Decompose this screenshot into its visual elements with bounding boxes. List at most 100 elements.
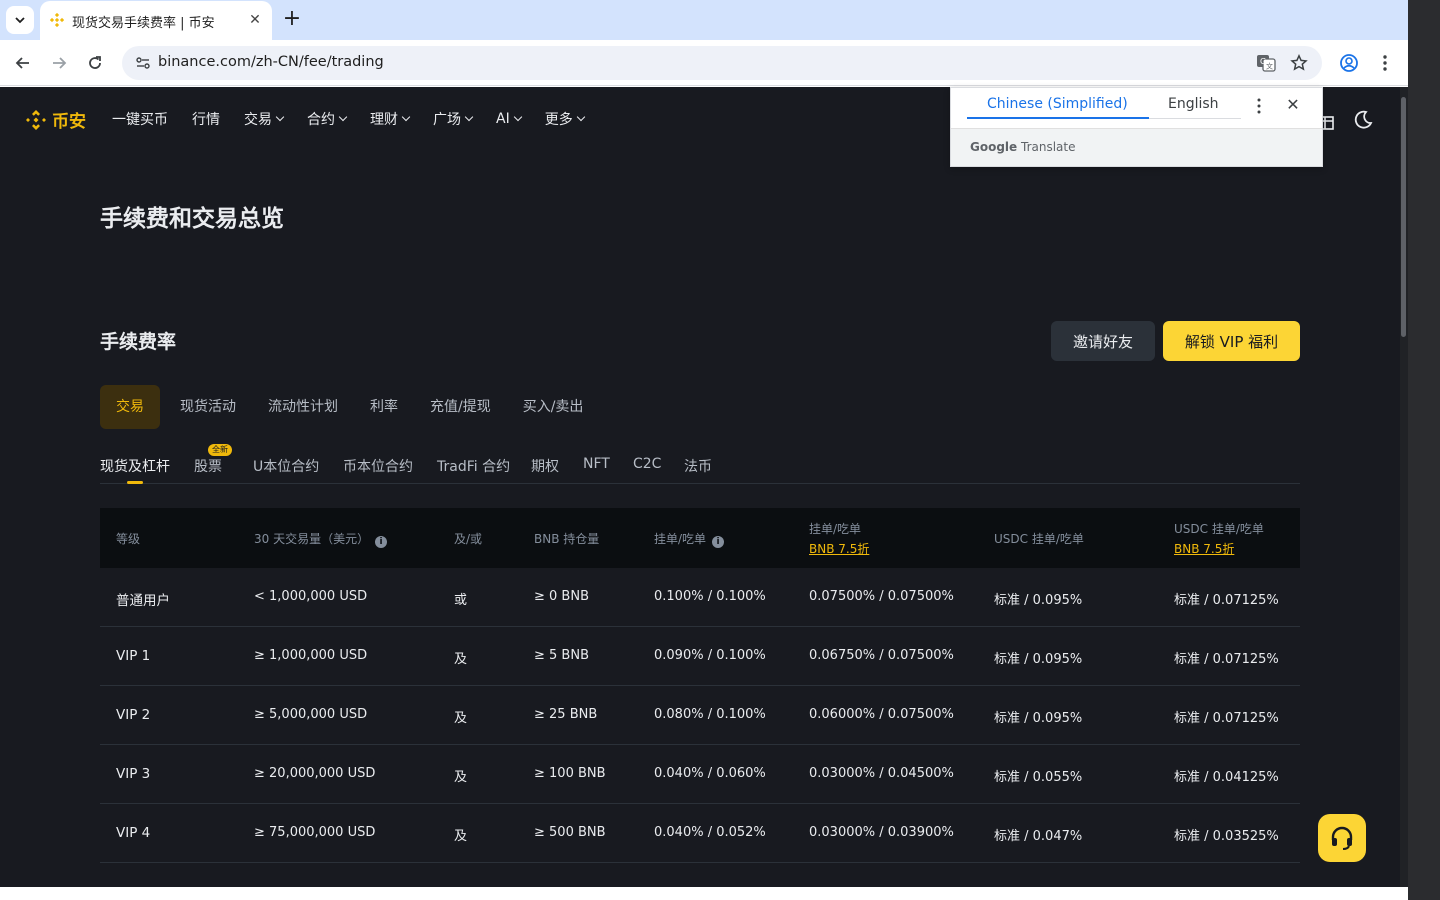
cell-mt: 0.040% / 0.060% <box>654 766 766 781</box>
customer-support-button[interactable] <box>1318 814 1366 862</box>
cell-bnb: ≥ 100 BNB <box>534 766 606 781</box>
header-usdc-bnb-label: USDC 挂单/吃单 <box>1174 522 1264 536</box>
nav-item-label: 一键买币 <box>112 112 168 128</box>
nav-item-3[interactable]: 合约 <box>307 109 348 129</box>
address-bar[interactable]: binance.com/zh-CN/fee/trading G文 <box>122 46 1322 80</box>
reload-button[interactable] <box>82 50 108 76</box>
cell-mt: 0.040% / 0.052% <box>654 825 766 840</box>
nav-item-4[interactable]: 理财 <box>370 109 411 129</box>
translate-active-tab-indicator <box>967 117 1149 119</box>
tab-title: 现货交易手续费率 | 币安 <box>72 16 215 31</box>
sub-tab-options[interactable]: 期权 <box>531 456 559 476</box>
invite-friends-button[interactable]: 邀请好友 <box>1051 321 1155 361</box>
cell-level: 普通用户 <box>116 593 170 609</box>
window-bottom-edge <box>0 887 1408 900</box>
browser-toolbar: binance.com/zh-CN/fee/trading G文 <box>0 40 1408 86</box>
header-maker-taker: 挂单/吃单 i <box>654 530 725 548</box>
nav-item-5[interactable]: 广场 <box>433 109 474 129</box>
scrollbar-thumb[interactable] <box>1401 97 1406 337</box>
header-maker-taker-bnb: 挂单/吃单 BNB 7.5折 <box>809 520 869 557</box>
nav-item-2[interactable]: 交易 <box>244 109 285 129</box>
forward-button[interactable] <box>46 50 72 76</box>
category-tab-5[interactable]: 买入/卖出 <box>511 385 596 429</box>
table-row: VIP 1 ≥ 1,000,000 USD 及 ≥ 5 BNB 0.090% / 0.1… <box>100 627 1300 686</box>
translate-options-icon[interactable] <box>1249 96 1269 116</box>
browser-menu-icon[interactable] <box>1374 52 1396 74</box>
category-tab-2[interactable]: 流动性计划 <box>256 385 350 429</box>
header-level: 等级 <box>116 532 141 546</box>
bnb-discount-link[interactable]: BNB 7.5折 <box>809 540 869 557</box>
chevron-down-icon <box>275 112 285 122</box>
chevron-down-icon <box>15 17 25 24</box>
dark-mode-moon-icon[interactable] <box>1352 109 1374 131</box>
translate-source-language-tab[interactable]: Chinese (Simplified) <box>987 96 1128 112</box>
headset-icon <box>1331 826 1353 850</box>
cell-usdc: 标准 / 0.055% <box>994 770 1083 785</box>
back-button[interactable] <box>10 50 36 76</box>
category-tab-1[interactable]: 现货活动 <box>168 385 248 429</box>
translate-page-icon[interactable]: G文 <box>1255 52 1277 74</box>
sub-tab-nft[interactable]: NFT <box>583 456 610 472</box>
table-row: 普通用户 < 1,000,000 USD 或 ≥ 0 BNB 0.100% / 0.10… <box>100 568 1300 627</box>
nav-item-6[interactable]: AI <box>496 109 522 129</box>
cell-volume: ≥ 5,000,000 USD <box>254 707 368 722</box>
category-tab-0[interactable]: 交易 <box>100 385 160 429</box>
cell-usdc: 标准 / 0.095% <box>994 652 1083 667</box>
chevron-down-icon <box>464 112 474 122</box>
tab-strip: 现货交易手续费率 | 币安 ✕ + <box>0 0 1408 40</box>
translate-target-language-tab[interactable]: English <box>1168 96 1219 112</box>
category-tab-3[interactable]: 利率 <box>358 385 410 429</box>
tab-close-icon[interactable]: ✕ <box>246 11 264 29</box>
sub-tab-usdm-futures[interactable]: U本位合约 <box>253 456 319 476</box>
cell-level: VIP 2 <box>116 707 151 723</box>
url-text[interactable]: binance.com/zh-CN/fee/trading <box>158 54 384 70</box>
nav-item-label: 理财 <box>370 112 398 128</box>
cell-andor: 或 <box>454 593 468 608</box>
header-usdc-maker-taker-bnb: USDC 挂单/吃单 BNB 7.5折 <box>1174 520 1264 557</box>
browser-tab-active[interactable]: 现货交易手续费率 | 币安 ✕ <box>40 1 272 40</box>
sub-tab-tradfi-futures[interactable]: TradFi 合约 <box>437 456 510 476</box>
page-scrollbar[interactable] <box>1400 87 1408 887</box>
sub-tab-c2c[interactable]: C2C <box>633 456 661 472</box>
cell-mt: 0.090% / 0.100% <box>654 648 766 663</box>
usdc-bnb-discount-link[interactable]: BNB 7.5折 <box>1174 540 1264 557</box>
sub-tab-fiat[interactable]: 法币 <box>684 456 712 476</box>
tab-search-button[interactable] <box>6 6 34 34</box>
sub-tab-coinm-futures[interactable]: 币本位合约 <box>343 456 413 476</box>
fee-table-header: 等级 30 天交易量（美元） i 及/或 BNB 持仓量 挂单/吃单 i 挂单/吃单… <box>100 508 1300 568</box>
nav-item-label: 合约 <box>307 112 335 128</box>
unlock-vip-button[interactable]: 解锁 VIP 福利 <box>1163 321 1300 361</box>
profile-icon[interactable] <box>1338 52 1360 74</box>
reload-icon <box>89 56 101 69</box>
sub-tab-stocks[interactable]: 股票 <box>194 456 222 476</box>
new-tab-button[interactable]: + <box>280 8 304 32</box>
header-and-or: 及/或 <box>454 532 483 546</box>
info-icon[interactable]: i <box>375 536 388 548</box>
nav-item-1[interactable]: 行情 <box>192 109 220 129</box>
cell-mt: 0.100% / 0.100% <box>654 589 766 604</box>
translate-tab-divider <box>1149 118 1241 119</box>
cell-bnb: ≥ 0 BNB <box>534 589 589 604</box>
back-arrow-icon <box>15 57 29 69</box>
binance-logo[interactable]: 币安 <box>24 107 86 132</box>
nav-item-7[interactable]: 更多 <box>545 109 585 129</box>
cell-bnb: ≥ 25 BNB <box>534 707 598 722</box>
product-sub-tabs: 现货及杠杆 股票 全新 U本位合约 币本位合约 TradFi 合约 期权 NFT… <box>100 444 1300 484</box>
google-translate-brand: Google Translate <box>970 140 1076 154</box>
site-settings-icon[interactable] <box>134 54 152 72</box>
info-icon[interactable]: i <box>712 536 725 548</box>
bookmark-star-icon[interactable] <box>1288 52 1310 74</box>
cell-usdc_bnb: 标准 / 0.07125% <box>1174 711 1279 726</box>
category-tab-4[interactable]: 充值/提现 <box>418 385 503 429</box>
translate-close-icon[interactable]: ✕ <box>1283 95 1303 115</box>
sub-tab-spot-margin[interactable]: 现货及杠杆 <box>100 456 170 476</box>
cell-usdc: 标准 / 0.095% <box>994 593 1083 608</box>
cell-usdc_bnb: 标准 / 0.04125% <box>1174 770 1279 785</box>
top-navigation: 一键买币 行情 交易 合约 理财 广场 AI 更多 <box>112 109 608 129</box>
header-maker-taker-bnb-label: 挂单/吃单 <box>809 522 862 536</box>
chevron-down-icon <box>576 112 585 122</box>
table-row: VIP 2 ≥ 5,000,000 USD 及 ≥ 25 BNB 0.080% / 0.… <box>100 686 1300 745</box>
nav-item-0[interactable]: 一键买币 <box>112 109 168 129</box>
cell-andor: 及 <box>454 770 468 785</box>
category-tabs: 交易 现货活动 流动性计划 利率 充值/提现 买入/卖出 <box>100 385 603 429</box>
